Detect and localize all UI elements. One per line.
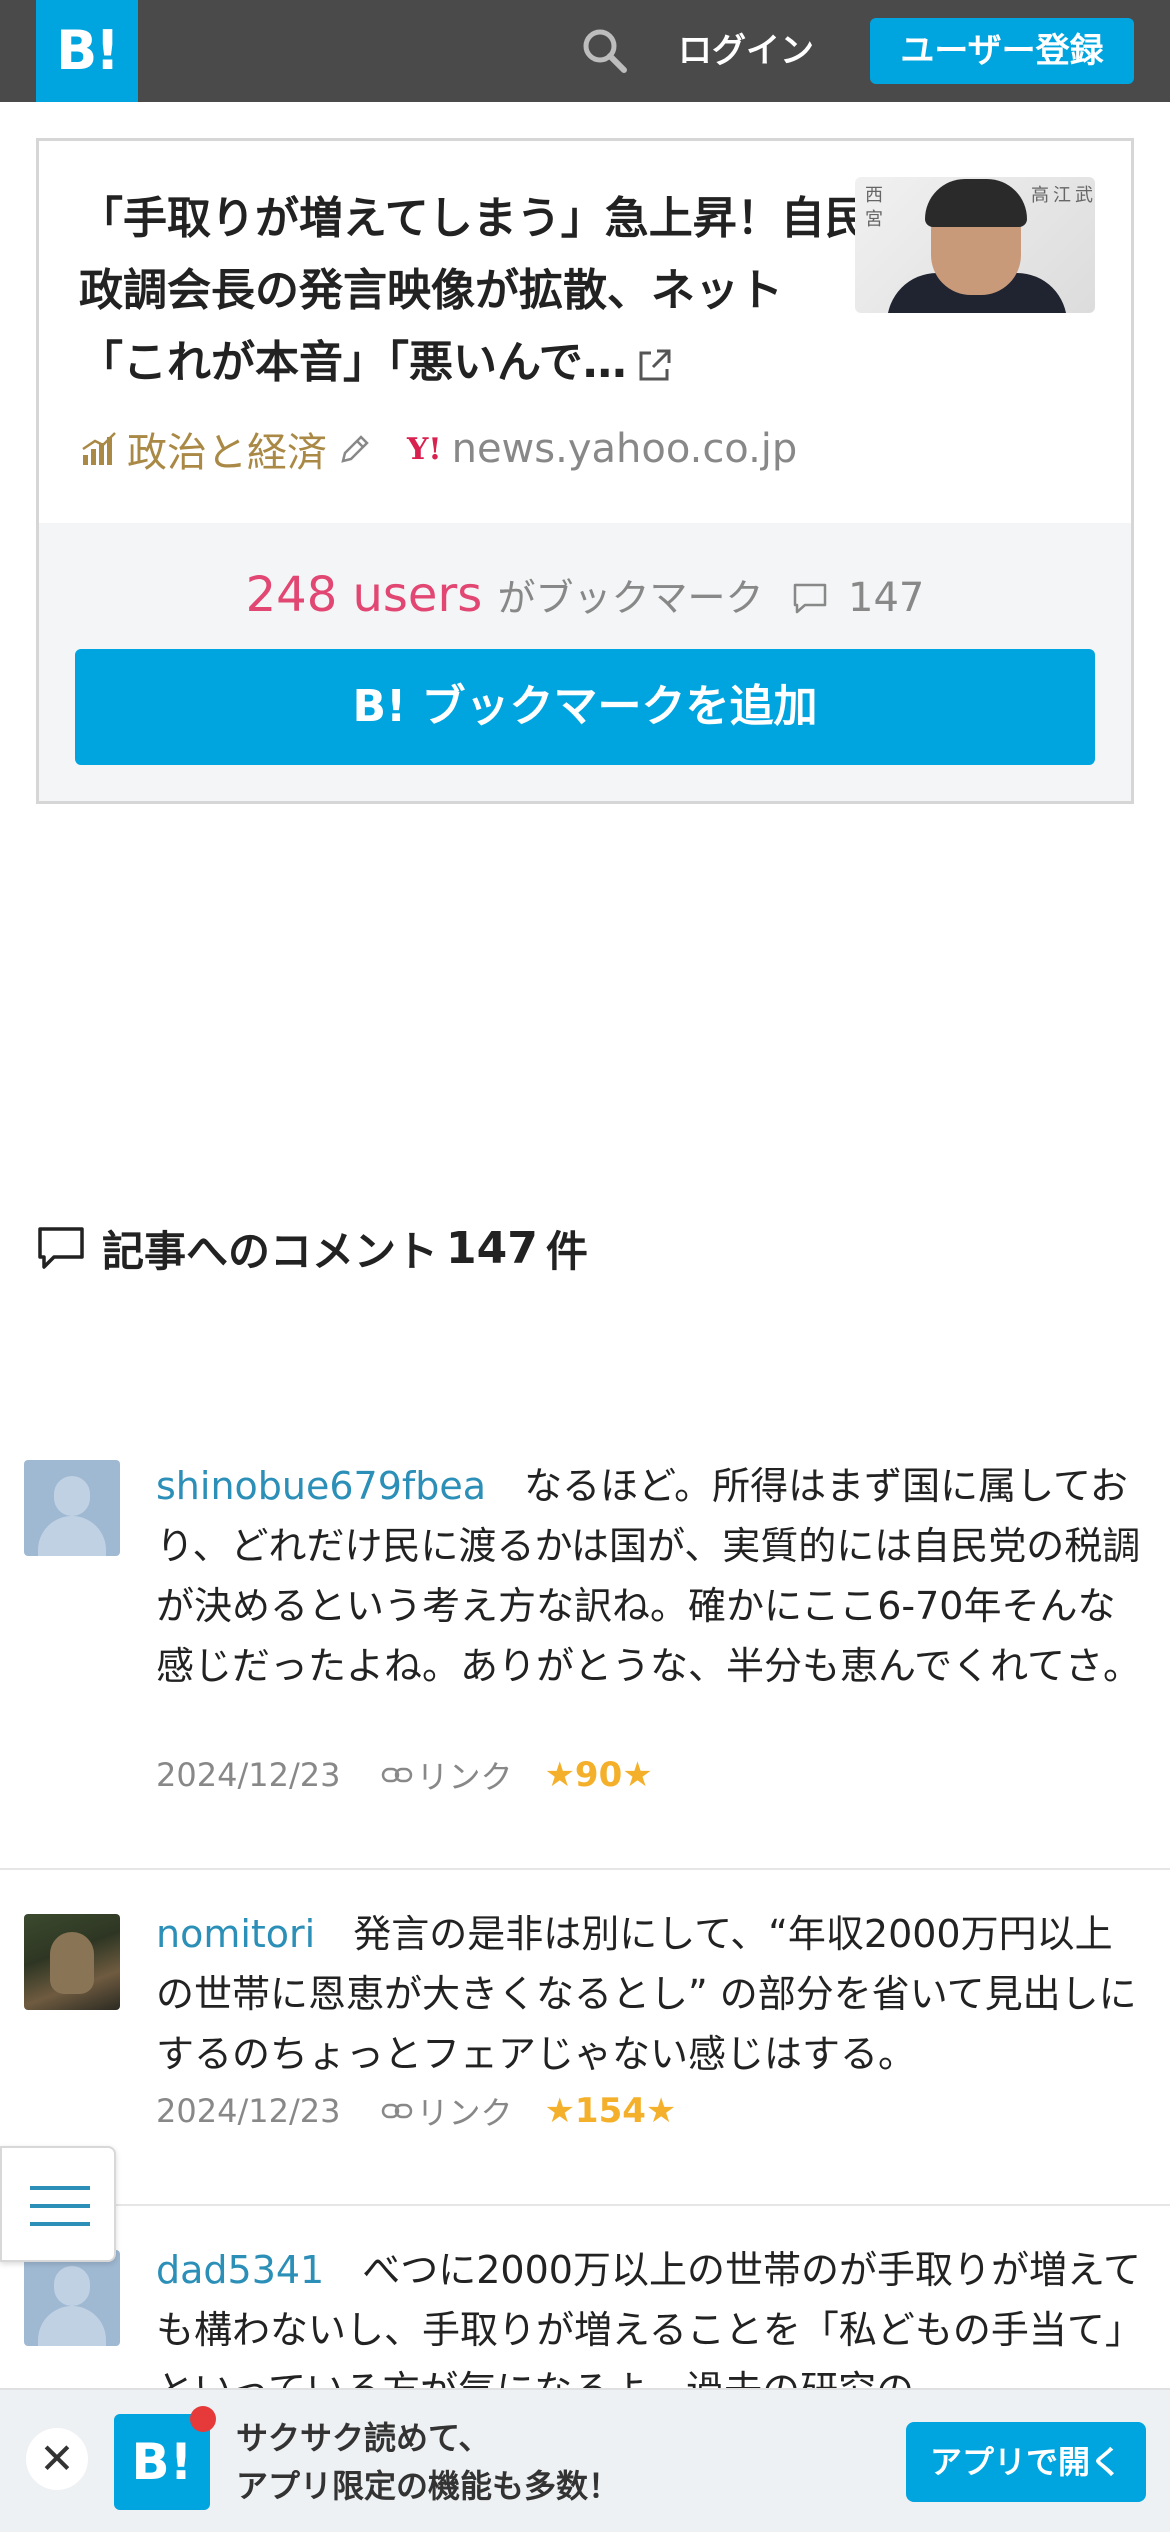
comment-username[interactable]: nomitori xyxy=(156,1912,315,1956)
entry-meta: 政治と経済 Y! news.yahoo.co.jp xyxy=(79,419,797,479)
login-link[interactable]: ログイン xyxy=(678,26,814,76)
comment-footer: 2024/12/23 リンク ★154★ xyxy=(156,2086,676,2136)
comment-footer: 2024/12/23 リンク ★90★ xyxy=(156,1750,653,1800)
source-domain-link[interactable]: news.yahoo.co.jp xyxy=(452,426,798,472)
banner-line-1: サクサク読めて、 xyxy=(236,2419,491,2457)
thumbnail-hair xyxy=(925,179,1027,227)
comment-date[interactable]: 2024/12/23 xyxy=(156,2092,340,2130)
speech-bubble-icon xyxy=(38,1227,84,1269)
top-header: B! ログイン ユーザー登録 xyxy=(0,0,1170,102)
banner-text: サクサク読めて、 アプリ限定の機能も多数！ xyxy=(236,2414,620,2510)
entry-title-text[interactable]: 「手取りが増えてしまう」急上昇！自民政調会長の発言映像が拡散、ネット「これが本音… xyxy=(79,193,869,388)
comment-username[interactable]: dad5341 xyxy=(156,2248,324,2292)
comment-count: 147 xyxy=(848,575,925,621)
comment-username[interactable]: shinobue679fbea xyxy=(156,1464,486,1508)
comment-item: nomitori 発言の是非は別にして、“年収2000万円以上の世帯に恩恵が大きく… xyxy=(0,1870,1170,2206)
search-icon[interactable] xyxy=(580,26,630,76)
comment-icon xyxy=(793,583,826,614)
star-count[interactable]: ★154★ xyxy=(544,2091,676,2131)
comment-link[interactable]: リンク xyxy=(416,1752,512,1798)
notification-dot xyxy=(190,2406,216,2432)
comment-text-block: nomitori 発言の是非は別にして、“年収2000万円以上の世帯に恩恵が大きく… xyxy=(156,1904,1146,2084)
close-icon[interactable]: ✕ xyxy=(26,2428,88,2490)
floating-menu-button[interactable] xyxy=(0,2146,116,2262)
pencil-icon[interactable] xyxy=(337,431,373,467)
cat-photo xyxy=(50,1932,94,1994)
link-icon xyxy=(382,2103,413,2119)
comments-heading: 記事へのコメント 147 件 xyxy=(36,1218,588,1278)
user-avatar[interactable] xyxy=(24,1460,120,1556)
user-avatar[interactable] xyxy=(24,2250,120,2346)
link-icon xyxy=(382,1767,413,1783)
user-avatar[interactable] xyxy=(24,1914,120,2010)
bookmark-stats: 248 users がブックマーク 147 xyxy=(39,563,1131,630)
users-count-link[interactable]: 248 users xyxy=(246,567,483,623)
hamburger-icon xyxy=(30,2186,90,2190)
signup-button[interactable]: ユーザー登録 xyxy=(870,18,1134,84)
app-promo-banner: ✕ B! サクサク読めて、 アプリ限定の機能も多数！ アプリで開く xyxy=(0,2388,1170,2532)
entry-title-link[interactable]: 「手取りが増えてしまう」急上昇！自民政調会長の発言映像が拡散、ネット「これが本音… xyxy=(79,183,869,399)
comments-count: 147 xyxy=(446,1222,538,1274)
yahoo-favicon-icon: Y! xyxy=(407,431,442,467)
hatena-logo[interactable]: B! xyxy=(36,0,138,102)
users-suffix: がブックマーク xyxy=(497,576,764,620)
entry-card: 「手取りが増えてしまう」急上昇！自民政調会長の発言映像が拡散、ネット「これが本音… xyxy=(36,138,1134,804)
banner-line-2: アプリ限定の機能も多数！ xyxy=(236,2467,621,2505)
comment-date[interactable]: 2024/12/23 xyxy=(156,1756,340,1794)
comments-heading-prefix: 記事へのコメント xyxy=(102,1226,439,1276)
comment-text-block: shinobue679fbea なるほど。所得はまず国に属しており、どれだけ民に渡… xyxy=(156,1456,1146,1696)
entry-thumbnail[interactable]: 西 高 江 武 宮 xyxy=(855,177,1095,313)
comment-item: shinobue679fbea なるほど。所得はまず国に属しており、どれだけ民に渡… xyxy=(0,1430,1170,1870)
comments-heading-suffix: 件 xyxy=(545,1226,588,1276)
star-count[interactable]: ★90★ xyxy=(544,1755,652,1795)
bookmark-area: 248 users がブックマーク 147 B! ブックマークを追加 xyxy=(39,523,1131,801)
external-link-icon xyxy=(639,349,671,381)
category-link[interactable]: 政治と経済 xyxy=(127,420,327,478)
add-bookmark-button[interactable]: B! ブックマークを追加 xyxy=(75,649,1095,765)
open-app-button[interactable]: アプリで開く xyxy=(906,2422,1146,2502)
category-chart-icon xyxy=(82,432,116,465)
comment-link[interactable]: リンク xyxy=(416,2088,512,2134)
